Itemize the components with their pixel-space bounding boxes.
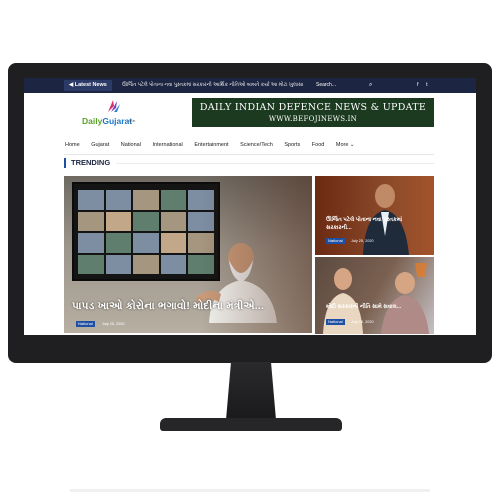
logo-daily: Daily bbox=[82, 116, 103, 126]
section-title: TRENDING bbox=[64, 158, 110, 168]
main-story-card[interactable]: પાપડ ખાઓ કોરોના ભગાવો! મોદીના મંત્રીએ...… bbox=[64, 176, 312, 333]
main-story-title[interactable]: પાપડ ખાઓ કોરોના ભગાવો! મોદીના મંત્રીએ... bbox=[72, 300, 264, 313]
category-badge[interactable]: National bbox=[76, 321, 95, 327]
news-ticker[interactable]: ઊર્જિત પટેલે પોતાના નવા પુસ્તકમાં સરકારન… bbox=[122, 78, 303, 93]
nav-item-more[interactable]: More ⌄ bbox=[336, 138, 355, 152]
section-divider bbox=[116, 163, 434, 164]
category-badge[interactable]: National bbox=[326, 319, 345, 325]
side-story-card[interactable]: ઊર્જિત પટેલે પોતાના નવા પુસ્તકમાં સરકારન… bbox=[315, 176, 434, 255]
story-date: July 25, 2020 bbox=[351, 239, 374, 243]
ad-banner[interactable]: DAILY INDIAN DEFENCE NEWS & UPDATE WWW.B… bbox=[192, 98, 434, 127]
monitor-stand-neck bbox=[226, 362, 276, 420]
story-date: July 25, 2020 bbox=[351, 320, 374, 324]
nav-divider bbox=[64, 154, 434, 155]
nav-item-gujarat[interactable]: Gujarat bbox=[91, 138, 109, 152]
site-logo[interactable]: DailyGujarat .co.in bbox=[82, 98, 144, 134]
social-links: f t bbox=[417, 78, 434, 93]
nav-item-sports[interactable]: Sports bbox=[284, 138, 300, 152]
facebook-icon[interactable]: f bbox=[417, 82, 419, 88]
latest-news-text: Latest News bbox=[74, 82, 107, 88]
monitor-screen: ◀ Latest News ઊર્જિત પટેલે પોતાના નવા પુ… bbox=[24, 78, 476, 335]
search-input[interactable]: Search... bbox=[316, 80, 376, 91]
side-story-card[interactable]: મોદી સરકારની નીતિ સામે સવાલ... National … bbox=[315, 257, 434, 334]
search-icon[interactable]: ⌕ bbox=[369, 80, 377, 91]
nav-item-entertainment[interactable]: Entertainment bbox=[194, 138, 228, 152]
nav-item-food[interactable]: Food bbox=[312, 138, 325, 152]
logo-domain: .co.in bbox=[127, 119, 136, 123]
story-date: July 25, 2020 bbox=[102, 322, 125, 326]
main-navigation: Home Gujarat National International Ente… bbox=[65, 138, 365, 152]
twitter-icon[interactable]: t bbox=[426, 82, 428, 88]
nav-item-science-tech[interactable]: Science/Tech bbox=[240, 138, 273, 152]
category-badge[interactable]: National bbox=[326, 238, 345, 244]
logo-mark-icon bbox=[108, 100, 120, 112]
nav-item-international[interactable]: International bbox=[153, 138, 183, 152]
side-story-title[interactable]: મોદી સરકારની નીતિ સામે સવાલ... bbox=[326, 303, 422, 311]
logo-text: DailyGujarat bbox=[82, 116, 132, 126]
side-story-title[interactable]: ઊર્જિત પટેલે પોતાના નવા પુસ્તકમાં સરકારન… bbox=[326, 216, 422, 232]
monitor-stand-base bbox=[160, 418, 342, 431]
nav-item-national[interactable]: National bbox=[121, 138, 141, 152]
banner-url: WWW.BEFOJINEWS.IN bbox=[268, 115, 358, 123]
banner-title: DAILY INDIAN DEFENCE NEWS & UPDATE bbox=[199, 102, 427, 113]
latest-news-label[interactable]: ◀ Latest News bbox=[64, 80, 112, 91]
top-bar: ◀ Latest News ઊર્જિત પટેલે પોતાના નવા પુ… bbox=[24, 78, 476, 93]
desk-shadow bbox=[70, 489, 430, 492]
nav-item-home[interactable]: Home bbox=[65, 138, 80, 152]
